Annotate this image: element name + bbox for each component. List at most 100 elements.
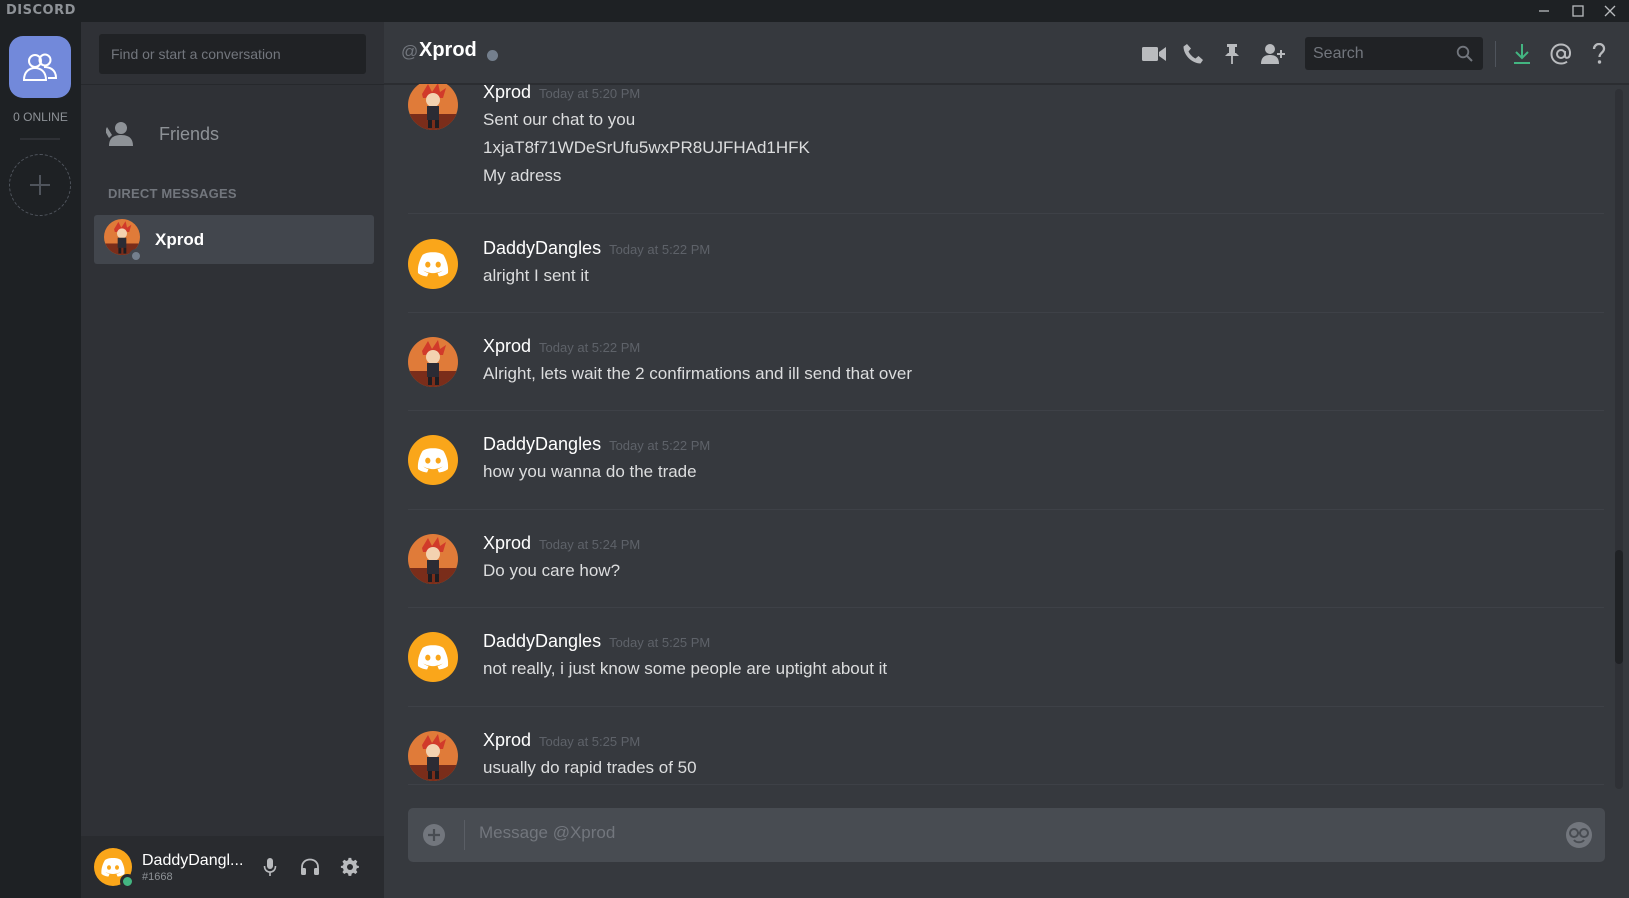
- close-icon: [1604, 5, 1616, 17]
- message-author[interactable]: Xprod Today at 5:25 PM: [483, 730, 640, 751]
- emoji-picker-button[interactable]: [1565, 821, 1593, 849]
- mentions-button[interactable]: [1547, 40, 1575, 68]
- message-timestamp: Today at 5:22 PM: [609, 438, 711, 453]
- plus-circle-icon: [423, 824, 445, 846]
- add-server-button[interactable]: [9, 154, 71, 216]
- xprod-avatar-image: [408, 84, 458, 130]
- divider: [81, 84, 384, 85]
- message-author[interactable]: Xprod Today at 5:20 PM: [483, 84, 640, 103]
- message-text: My adress: [483, 166, 562, 185]
- user-avatar[interactable]: [94, 848, 135, 889]
- discord-logo-icon: [417, 645, 449, 670]
- avatar[interactable]: [408, 337, 458, 387]
- video-camera-icon: [1142, 47, 1166, 61]
- message-composer: Message @Xprod: [408, 808, 1605, 862]
- avatar[interactable]: [408, 731, 458, 781]
- message-text: Do you care how?: [483, 561, 621, 580]
- help-button[interactable]: [1585, 40, 1613, 68]
- status-offline-indicator: [129, 249, 143, 263]
- scrollbar-thumb[interactable]: [1615, 550, 1623, 664]
- app-brand: DISCORD: [6, 3, 76, 18]
- message-timestamp: Today at 5:20 PM: [539, 86, 641, 101]
- dm-item-name: Xprod: [155, 229, 205, 249]
- xprod-avatar-image: [408, 337, 458, 387]
- discord-logo-icon: [101, 858, 125, 877]
- friends-home-button[interactable]: [9, 36, 71, 98]
- direct-messages-heading: DIRECT MESSAGES: [108, 186, 237, 201]
- online-count: 0 ONLINE: [13, 110, 68, 124]
- message-author[interactable]: DaddyDangles Today at 5:22 PM: [483, 434, 710, 455]
- message-text: not really, i just know some people are …: [483, 659, 888, 678]
- avatar[interactable]: [408, 534, 458, 584]
- username: DaddyDangl...: [142, 851, 244, 869]
- message-group: Xprod Today at 5:24 PM Do you care how?: [408, 510, 1604, 608]
- discord-logo-icon: [417, 448, 449, 473]
- message-group: DaddyDangles Today at 5:25 PM not really,…: [408, 608, 1604, 707]
- message-text: alright I sent it: [483, 266, 589, 285]
- avatar[interactable]: [408, 239, 458, 289]
- channel-title: Xprod: [419, 39, 477, 61]
- message-author[interactable]: DaddyDangles Today at 5:22 PM: [483, 238, 710, 259]
- message-group: DaddyDangles Today at 5:22 PM alright I s…: [408, 214, 1604, 313]
- video-call-button[interactable]: [1140, 40, 1168, 68]
- voice-call-button[interactable]: [1179, 40, 1207, 68]
- maximize-icon: [1572, 5, 1584, 17]
- message-timestamp: Today at 5:24 PM: [539, 537, 641, 552]
- user-discriminator: #1668: [142, 870, 173, 883]
- header-divider: [1495, 41, 1496, 67]
- discord-logo-icon: [417, 252, 449, 277]
- upload-button[interactable]: [422, 823, 446, 847]
- emoji-nerd-face-icon: [1566, 822, 1592, 848]
- message-group: DaddyDangles Today at 5:22 PM how you wan…: [408, 411, 1604, 510]
- dm-search-input[interactable]: Find or start a conversation: [99, 34, 366, 74]
- chat-header: @ Xprod Search: [384, 22, 1629, 84]
- close-button[interactable]: [1590, 0, 1629, 22]
- message-author[interactable]: Xprod Today at 5:22 PM: [483, 336, 640, 357]
- message-search-input[interactable]: Search: [1305, 37, 1483, 70]
- message-group: Xprod Today at 5:22 PM Alright, lets wait…: [408, 313, 1604, 411]
- message-author[interactable]: DaddyDangles Today at 5:25 PM: [483, 631, 710, 652]
- message-text: usually do rapid trades of 50: [483, 758, 697, 777]
- scrollbar-track[interactable]: [1615, 89, 1623, 789]
- message-input[interactable]: Message @Xprod: [479, 823, 615, 843]
- message-list: Xprod Today at 5:20 PM Sent our chat to y…: [408, 84, 1604, 800]
- headphones-icon: [301, 858, 319, 875]
- at-mention-icon: [1550, 43, 1572, 65]
- dm-item-xprod[interactable]: Xprod: [94, 215, 374, 264]
- at-symbol: @: [401, 42, 419, 61]
- plus-icon: [30, 175, 50, 195]
- message-group: Xprod Today at 5:20 PM Sent our chat to y…: [408, 84, 1604, 214]
- search-icon: [1456, 45, 1473, 62]
- avatar: [104, 219, 143, 263]
- pin-icon: [1225, 44, 1239, 64]
- mute-button[interactable]: [250, 847, 290, 887]
- recipient-status-indicator: [487, 50, 498, 61]
- message-text: Alright, lets wait the 2 confirmations a…: [483, 364, 912, 383]
- user-settings-button[interactable]: [330, 847, 370, 887]
- search-placeholder: Search: [1313, 45, 1364, 62]
- minimize-icon: [1539, 10, 1549, 12]
- friends-icon: [22, 53, 58, 81]
- deafen-button[interactable]: [290, 847, 330, 887]
- avatar[interactable]: [408, 632, 458, 682]
- message-text: Sent our chat to you: [483, 110, 636, 129]
- chat-area: @ Xprod Search Xprod Today at 5:20 PM Se…: [384, 22, 1629, 898]
- download-apps-button[interactable]: [1508, 40, 1536, 68]
- xprod-avatar-image: [408, 534, 458, 584]
- avatar[interactable]: [408, 435, 458, 485]
- xprod-avatar-image: [408, 731, 458, 781]
- message-timestamp: Today at 5:25 PM: [609, 635, 711, 650]
- friends-nav-item[interactable]: Friends: [91, 112, 365, 156]
- add-friend-to-dm-button[interactable]: [1259, 40, 1287, 68]
- download-icon: [1514, 44, 1530, 64]
- guild-sidebar: 0 ONLINE: [0, 22, 81, 898]
- pinned-messages-button[interactable]: [1218, 40, 1246, 68]
- message-author[interactable]: Xprod Today at 5:24 PM: [483, 533, 640, 554]
- title-bar: DISCORD: [0, 0, 1629, 22]
- avatar[interactable]: [408, 84, 458, 130]
- message-timestamp: Today at 5:25 PM: [539, 734, 641, 749]
- friends-label: Friends: [159, 123, 220, 144]
- status-online-indicator: [120, 874, 135, 889]
- message-group: Xprod Today at 5:25 PM usually do rapid t…: [408, 707, 1604, 785]
- add-user-icon: [1261, 44, 1285, 64]
